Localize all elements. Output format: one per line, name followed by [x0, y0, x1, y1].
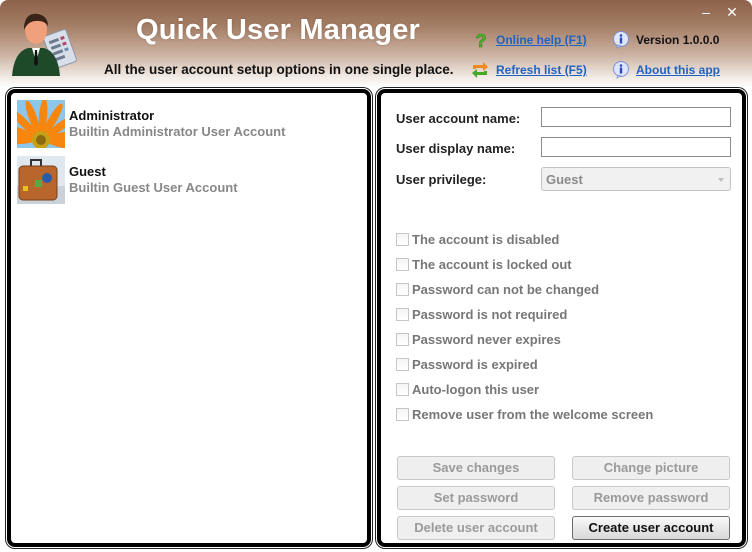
info-bubble-icon: [613, 31, 629, 49]
refresh-list-link[interactable]: Refresh list (F5): [496, 63, 587, 77]
set-password-button[interactable]: Set password: [397, 486, 555, 510]
display-name-label: User display name:: [396, 141, 516, 156]
refresh-arrows-icon: [472, 62, 488, 78]
option-label: The account is disabled: [412, 232, 560, 247]
remove-password-button[interactable]: Remove password: [572, 486, 730, 510]
user-description: Builtin Guest User Account: [69, 180, 238, 195]
account-name-label: User account name:: [396, 111, 521, 126]
minimize-button[interactable]: –: [697, 4, 715, 20]
option-label: Remove user from the welcome screen: [412, 407, 654, 422]
option-label: Password never expires: [412, 332, 561, 347]
online-help-link[interactable]: Online help (F1): [496, 33, 587, 47]
flower-picture: [17, 100, 65, 148]
user-description: Builtin Administrator User Account: [69, 124, 286, 139]
privilege-selected-value: Guest: [546, 172, 583, 187]
user-list-panel: Administrator Builtin Administrator User…: [7, 89, 371, 547]
about-app-link[interactable]: About this app: [636, 63, 720, 77]
privilege-label: User privilege:: [396, 172, 487, 187]
close-button[interactable]: ✕: [723, 4, 741, 20]
option-label: Password can not be changed: [412, 282, 600, 297]
app-window: Quick User Manager All the user account …: [0, 0, 752, 552]
account-name-input[interactable]: [541, 107, 731, 127]
checkbox[interactable]: [396, 258, 409, 271]
suitcase-picture: [17, 156, 65, 204]
close-icon: ✕: [726, 4, 738, 20]
version-label: Version 1.0.0.0: [636, 33, 720, 47]
user-list-item-administrator[interactable]: Administrator Builtin Administrator User…: [17, 100, 357, 150]
user-name: Guest: [69, 164, 106, 179]
create-user-account-button[interactable]: Create user account: [572, 516, 730, 540]
option-label: Password is expired: [412, 357, 538, 372]
svg-text:?: ?: [476, 31, 487, 49]
user-name: Administrator: [69, 108, 155, 123]
chevron-down-icon: [718, 178, 724, 182]
checkbox[interactable]: [396, 283, 409, 296]
checkbox[interactable]: [396, 308, 409, 321]
user-details-panel: User account name: User display name: Us…: [377, 89, 746, 547]
minimize-icon: –: [702, 4, 710, 20]
option-label: Password is not required: [412, 307, 568, 322]
privilege-select[interactable]: Guest: [541, 167, 731, 191]
info-bubble-icon: [613, 61, 629, 79]
header-banner: Quick User Manager All the user account …: [0, 0, 752, 88]
display-name-input[interactable]: [541, 137, 731, 157]
delete-user-account-button[interactable]: Delete user account: [397, 516, 555, 540]
user-list-item-guest[interactable]: Guest Builtin Guest User Account: [17, 156, 357, 206]
app-title: Quick User Manager: [136, 14, 421, 46]
question-mark-icon: ?: [475, 31, 487, 49]
option-label: Auto-logon this user: [412, 382, 540, 397]
change-picture-button[interactable]: Change picture: [572, 456, 730, 480]
user-manager-logo-icon: [12, 13, 78, 76]
checkbox[interactable]: [396, 333, 409, 346]
checkbox[interactable]: [396, 358, 409, 371]
checkbox[interactable]: [396, 233, 409, 246]
app-subtitle: All the user account setup options in on…: [104, 62, 454, 77]
option-label: The account is locked out: [412, 257, 572, 272]
checkbox[interactable]: [396, 408, 409, 421]
checkbox[interactable]: [396, 383, 409, 396]
save-changes-button[interactable]: Save changes: [397, 456, 555, 480]
